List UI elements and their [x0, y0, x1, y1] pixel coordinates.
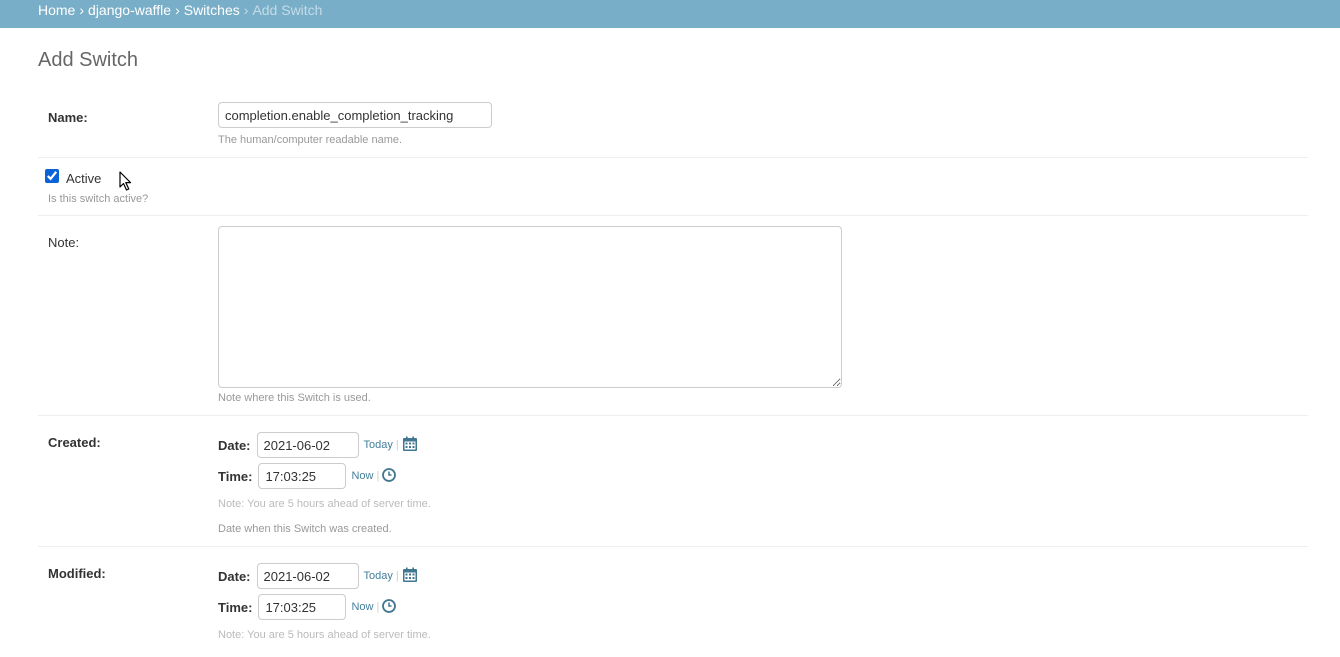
active-help: Is this switch active? [48, 193, 149, 205]
breadcrumb-separator: › [243, 2, 249, 18]
created-now-link[interactable]: Now [351, 470, 373, 482]
form-row-name: Name: The human/computer readable name. [38, 90, 1308, 158]
page-title: Add Switch [38, 49, 139, 71]
created-time-input[interactable] [258, 463, 347, 489]
name-label: Name: [48, 110, 88, 125]
breadcrumb-app-link[interactable]: django-waffle [88, 2, 171, 18]
created-tz-note: Note: You are 5 hours ahead of server ti… [218, 498, 431, 510]
modified-time-input[interactable] [258, 594, 347, 620]
modified-date-label: Date: [218, 568, 251, 584]
note-textarea[interactable] [218, 226, 842, 388]
breadcrumb-separator: › [175, 2, 180, 18]
modified-today-link[interactable]: Today [364, 570, 393, 582]
form-row-modified: Modified: Date: Today | Time: Now | Note… [38, 547, 1308, 657]
note-help: Note where this Switch is used. [218, 392, 371, 404]
modified-date-input[interactable] [256, 563, 359, 589]
name-input[interactable] [218, 102, 492, 128]
created-time-line: Time: Now | [218, 463, 397, 489]
breadcrumb-home-link[interactable]: Home [38, 2, 75, 18]
breadcrumb-current: Add Switch [252, 2, 323, 18]
modified-time-line: Time: Now | [218, 594, 397, 620]
name-help: The human/computer readable name. [218, 134, 403, 146]
modified-now-link[interactable]: Now [351, 601, 373, 613]
active-label[interactable]: Active [66, 171, 101, 186]
breadcrumb: Home › django-waffle › Switches › Add Switch [0, 0, 1340, 28]
note-label: Note: [48, 235, 80, 250]
switch-form: Name: The human/computer readable name. … [38, 90, 1308, 657]
created-date-input[interactable] [256, 432, 359, 458]
shortcut-divider: | [376, 470, 380, 482]
form-row-note: Note: Note where this Switch is used. [38, 216, 1308, 416]
created-label: Created: [48, 435, 101, 450]
mouse-cursor-icon [119, 171, 133, 196]
modified-tz-note: Note: You are 5 hours ahead of server ti… [218, 629, 431, 641]
form-row-created: Created: Date: Today | Time: Now | Note:… [38, 416, 1308, 547]
calendar-icon[interactable] [402, 567, 418, 586]
clock-icon[interactable] [382, 598, 397, 616]
created-date-label: Date: [218, 437, 251, 453]
shortcut-divider: | [395, 570, 399, 582]
modified-label: Modified: [48, 566, 106, 581]
shortcut-divider: | [376, 601, 380, 613]
created-time-label: Time: [218, 468, 253, 484]
created-date-line: Date: Today | [218, 432, 418, 458]
active-checkbox[interactable] [45, 169, 59, 183]
breadcrumb-model-link[interactable]: Switches [184, 2, 240, 18]
created-today-link[interactable]: Today [364, 439, 393, 451]
calendar-icon[interactable] [402, 436, 418, 455]
breadcrumb-separator: › [79, 2, 85, 18]
shortcut-divider: | [395, 439, 399, 451]
form-row-active: Active Is this switch active? [38, 158, 1308, 216]
modified-time-label: Time: [218, 599, 253, 615]
created-help: Date when this Switch was created. [218, 523, 392, 535]
clock-icon[interactable] [382, 467, 397, 485]
modified-date-line: Date: Today | [218, 563, 418, 589]
